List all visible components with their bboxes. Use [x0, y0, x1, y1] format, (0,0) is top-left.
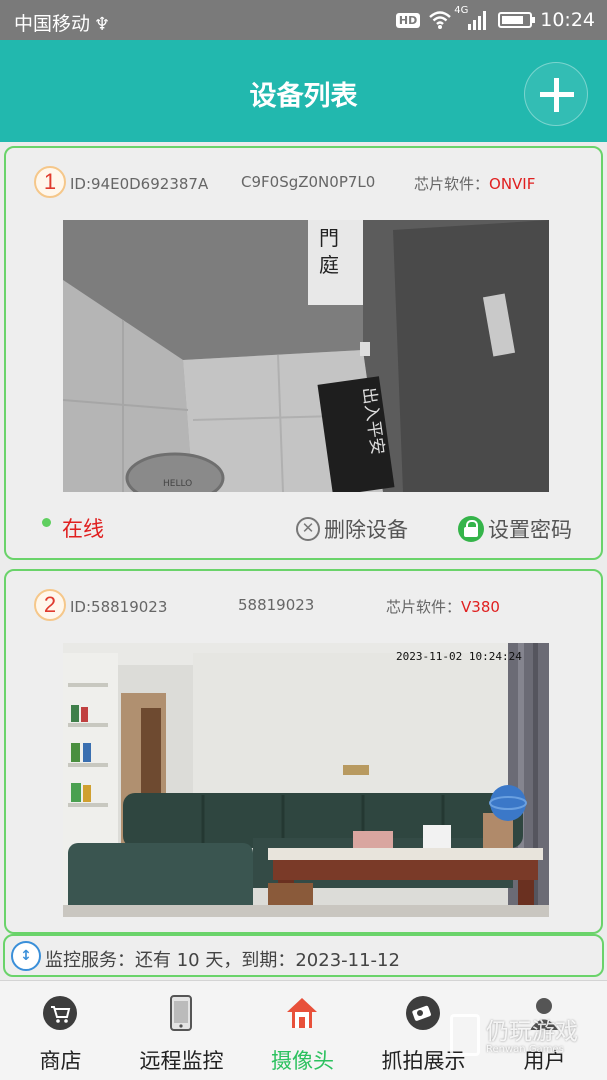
delete-device-button[interactable]: ✕ 删除设备 — [296, 514, 408, 544]
device-card[interactable]: 2 ID:58819023 58819023 芯片软件：V380 2023-11… — [4, 569, 603, 934]
nav-item-shop[interactable]: 商店 — [0, 981, 121, 1080]
carrier-name: 中国移动 — [14, 13, 91, 35]
device-code: C9F0SgZ0N0P7L0 — [241, 173, 376, 191]
chip-label: 芯片软件： — [414, 175, 490, 193]
status-bar: 中国移动 ♆ HD 4G 10:24 — [0, 0, 607, 40]
watermark: 仍玩游戏 Renwan Games — [450, 1012, 605, 1062]
nav-label: 摄像头 — [271, 1049, 334, 1073]
battery-icon — [498, 12, 536, 28]
device-id: ID:94E0D692387A — [70, 175, 209, 193]
camera-icon — [406, 996, 440, 1030]
service-status-icon: ↕ — [11, 941, 41, 971]
lock-icon — [458, 516, 484, 542]
service-text: 监控服务：还有 10 天，到期：2023-11-12 — [45, 950, 400, 971]
watermark-text: 仍玩游戏 — [486, 1019, 578, 1045]
online-status-dot — [42, 518, 51, 527]
camera-feed-image: 門 庭 出入平安 HELLO — [63, 220, 549, 492]
camera-feed-image: 2023-11-02 10:24:24 — [63, 643, 549, 917]
signal-icon — [468, 11, 487, 30]
device-card[interactable]: 1 ID:94E0D692387A C9F0SgZ0N0P7L0 芯片软件：ON… — [4, 146, 603, 560]
nav-item-camera[interactable]: 摄像头 — [242, 981, 363, 1080]
battery-fill — [502, 16, 524, 24]
camera-feed[interactable]: 2023-11-02 10:24:24 — [63, 643, 549, 917]
watermark-subtext: Renwan Games — [486, 1044, 564, 1055]
chip-value: V380 — [461, 598, 500, 616]
chip-value: ONVIF — [489, 175, 536, 193]
device-code: 58819023 — [238, 596, 315, 614]
status-right: HD 4G 10:24 — [395, 5, 595, 33]
status-left: 中国移动 ♆ — [14, 9, 110, 36]
device-index: 2 — [34, 589, 66, 621]
svg-text:庭: 庭 — [319, 253, 339, 277]
nav-label: 远程监控 — [139, 1049, 224, 1073]
home-icon — [287, 998, 317, 1028]
camera-feed[interactable]: 門 庭 出入平安 HELLO — [63, 220, 549, 492]
device-index: 1 — [34, 166, 66, 198]
nav-item-remote[interactable]: 远程监控 — [121, 981, 242, 1080]
delete-device-label: 删除设备 — [324, 518, 408, 542]
online-status: 在线 — [62, 517, 104, 541]
feed-timestamp: 2023-11-02 10:24:24 — [396, 650, 522, 663]
hd-badge: HD — [395, 12, 421, 28]
signal-group: 4G — [454, 5, 490, 31]
cart-icon — [43, 996, 77, 1030]
chip-info: 芯片软件：ONVIF — [414, 173, 535, 194]
svg-text:門: 門 — [319, 226, 339, 250]
chip-info: 芯片软件：V380 — [386, 596, 500, 617]
clock: 10:24 — [540, 9, 595, 31]
device-card-header: 2 ID:58819023 58819023 芯片软件：V380 — [6, 571, 601, 637]
chip-label: 芯片软件： — [386, 598, 462, 616]
close-circle-icon: ✕ — [296, 517, 320, 541]
set-password-button[interactable]: 设置密码 — [458, 514, 572, 544]
phone-icon — [170, 995, 192, 1031]
add-device-button[interactable] — [524, 62, 588, 126]
service-bar: ↕ 监控服务：还有 10 天，到期：2023-11-12 — [3, 934, 604, 977]
nav-label: 商店 — [39, 1049, 82, 1073]
device-card-header: 1 ID:94E0D692387A C9F0SgZ0N0P7L0 芯片软件：ON… — [6, 148, 601, 214]
wifi-icon — [429, 11, 452, 29]
watermark-logo-icon — [450, 1014, 480, 1056]
usb-icon: ♆ — [94, 14, 111, 35]
set-password-label: 设置密码 — [488, 518, 572, 542]
feed-mat-text: HELLO — [163, 479, 192, 489]
app-header: 设备列表 — [0, 40, 607, 142]
device-id: ID:58819023 — [70, 598, 168, 616]
page-title: 设备列表 — [249, 81, 358, 112]
